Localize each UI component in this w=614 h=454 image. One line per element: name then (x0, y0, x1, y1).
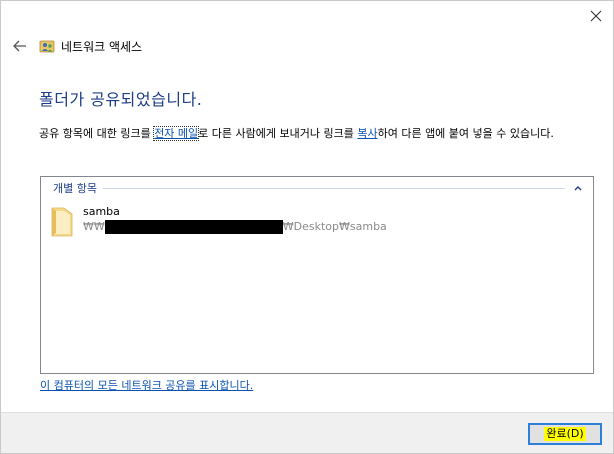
back-button[interactable] (9, 35, 31, 57)
group-title: 개별 항목 (53, 182, 97, 195)
email-link[interactable]: 전자 메일 (153, 126, 200, 141)
copy-link[interactable]: 복사 (357, 127, 377, 140)
footer-bar: 완료(D) (1, 412, 613, 453)
show-all-shares-link[interactable]: 이 컴퓨터의 모든 네트워크 공유를 표시합니다. (40, 377, 253, 393)
description-part3: 하여 다른 앱에 붙여 넣을 수 있습니다. (377, 127, 554, 140)
close-button[interactable] (584, 5, 608, 27)
nav-bar: 네트워크 액세스 (9, 35, 142, 57)
redacted-block (104, 220, 283, 234)
page-heading: 폴더가 공유되었습니다. (39, 90, 203, 109)
network-users-icon (39, 40, 55, 53)
description-part1: 공유 항목에 대한 링크를 (39, 127, 155, 140)
item-text: samba ₩₩ ₩Desktop₩samba (83, 205, 387, 239)
collapse-group-button[interactable] (571, 181, 585, 195)
group-header[interactable]: 개별 항목 (53, 181, 585, 195)
folder-icon (51, 207, 73, 237)
close-icon (590, 10, 602, 22)
item-path: ₩₩ ₩Desktop₩samba (83, 219, 387, 235)
item-name: samba (83, 205, 120, 218)
list-item[interactable]: samba ₩₩ ₩Desktop₩samba (49, 205, 387, 239)
network-access-window: 네트워크 액세스 폴더가 공유되었습니다. 공유 항목에 대한 링크를 전자 메… (0, 0, 614, 454)
item-path-suffix: ₩Desktop₩samba (282, 220, 387, 233)
chevron-up-icon (574, 186, 582, 191)
shared-items-list[interactable]: 개별 항목 samba ₩₩ ₩Desktop₩samba (40, 176, 594, 374)
finish-button-label: 완료(D) (544, 427, 586, 441)
group-divider (102, 187, 565, 189)
back-arrow-icon (13, 40, 26, 52)
window-title: 네트워크 액세스 (61, 39, 143, 54)
finish-button[interactable]: 완료(D) (528, 423, 602, 445)
description-text: 공유 항목에 대한 링크를 전자 메일로 다른 사람에게 보내거나 링크를 복사… (39, 125, 599, 142)
item-path-prefix: ₩₩ (83, 220, 105, 233)
description-part2: 로 다른 사람에게 보내거나 링크를 (198, 127, 358, 140)
